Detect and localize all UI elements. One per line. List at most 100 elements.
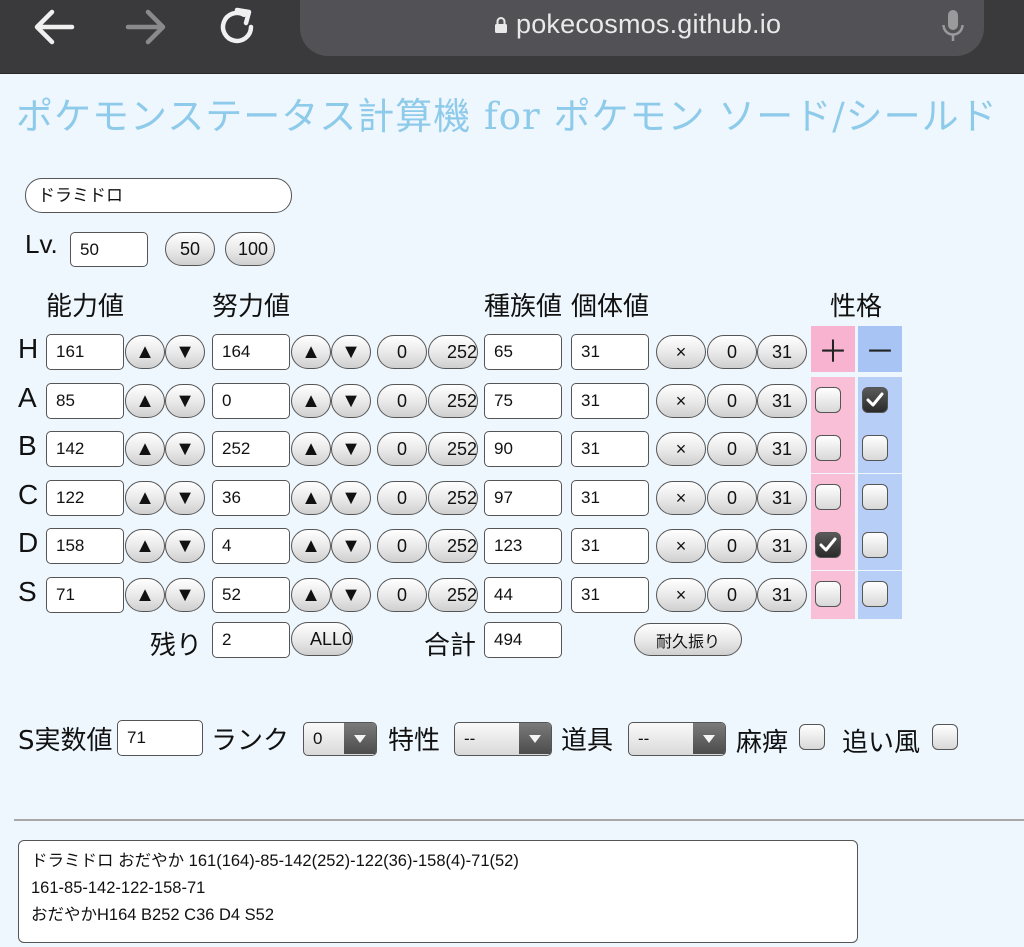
iv-max-button-b[interactable]: 31 [757,432,807,466]
stat-value-input-b[interactable]: 142 [46,431,124,467]
speed-stat-input[interactable]: 71 [117,720,203,756]
iv-max-button-d[interactable]: 31 [757,529,807,563]
ev-down-button-d[interactable]: ▼ [331,529,371,563]
iv-zero-button-d[interactable]: 0 [707,529,757,563]
stat-up-button-c[interactable]: ▲ [125,481,165,515]
iv-clear-button-c[interactable]: × [656,481,706,515]
iv-clear-button-a[interactable]: × [656,384,706,418]
ev-zero-button-s[interactable]: 0 [377,578,427,612]
nature-plus-checkbox-b[interactable] [815,435,841,461]
iv-input-h[interactable]: 31 [571,334,649,370]
forward-button[interactable] [116,4,176,50]
stat-up-button-a[interactable]: ▲ [125,384,165,418]
stat-down-button-b[interactable]: ▼ [165,432,205,466]
iv-input-d[interactable]: 31 [571,528,649,564]
ev-input-h[interactable]: 164 [212,334,290,370]
tailwind-checkbox[interactable] [932,724,958,750]
remaining-ev-input[interactable]: 2 [212,622,290,658]
result-output-textarea[interactable]: ドラミドロ おだやか 161(164)-85-142(252)-122(36)-… [18,840,858,943]
base-stat-input-c[interactable]: 97 [484,480,562,516]
base-stat-input-a[interactable]: 75 [484,383,562,419]
nature-minus-checkbox-d[interactable] [862,532,888,558]
base-stat-input-h[interactable]: 65 [484,334,562,370]
nature-minus-checkbox-c[interactable] [862,484,888,510]
ev-input-c[interactable]: 36 [212,480,290,516]
iv-clear-button-b[interactable]: × [656,432,706,466]
iv-max-button-c[interactable]: 31 [757,481,807,515]
iv-max-button-a[interactable]: 31 [757,384,807,418]
nature-minus-checkbox-s[interactable] [862,581,888,607]
nature-plus-checkbox-d[interactable] [815,532,841,558]
stat-down-button-c[interactable]: ▼ [165,481,205,515]
ev-down-button-h[interactable]: ▼ [331,335,371,369]
stat-value-input-d[interactable]: 158 [46,528,124,564]
iv-max-button-h[interactable]: 31 [757,335,807,369]
nature-plus-checkbox-s[interactable] [815,581,841,607]
total-base-input[interactable]: 494 [484,622,562,658]
item-select[interactable]: -- [628,722,726,756]
ev-max-button-h[interactable]: 252 [428,335,478,369]
ev-up-button-s[interactable]: ▲ [291,578,331,612]
base-stat-input-b[interactable]: 90 [484,431,562,467]
iv-zero-button-s[interactable]: 0 [707,578,757,612]
iv-clear-button-h[interactable]: × [656,335,706,369]
ev-down-button-c[interactable]: ▼ [331,481,371,515]
nature-minus-checkbox-b[interactable] [862,435,888,461]
pokemon-name-input[interactable]: ドラミドロ [25,178,292,213]
reload-button[interactable] [208,4,268,50]
ev-up-button-h[interactable]: ▲ [291,335,331,369]
bulk-ev-button[interactable]: 耐久振り [634,623,742,656]
iv-input-a[interactable]: 31 [571,383,649,419]
stat-down-button-s[interactable]: ▼ [165,578,205,612]
microphone-icon[interactable] [940,8,966,46]
rank-select[interactable]: 0 [303,722,377,756]
stat-value-input-s[interactable]: 71 [46,577,124,613]
iv-input-b[interactable]: 31 [571,431,649,467]
iv-max-button-s[interactable]: 31 [757,578,807,612]
nature-plus-checkbox-a[interactable] [815,387,841,413]
ev-down-button-s[interactable]: ▼ [331,578,371,612]
ability-select[interactable]: -- [454,722,552,756]
base-stat-input-d[interactable]: 123 [484,528,562,564]
stat-up-button-s[interactable]: ▲ [125,578,165,612]
stat-value-input-h[interactable]: 161 [46,334,124,370]
iv-clear-button-s[interactable]: × [656,578,706,612]
ev-input-b[interactable]: 252 [212,431,290,467]
nature-plus-checkbox-c[interactable] [815,484,841,510]
iv-input-c[interactable]: 31 [571,480,649,516]
stat-value-input-c[interactable]: 122 [46,480,124,516]
ev-max-button-s[interactable]: 252 [428,578,478,612]
iv-zero-button-a[interactable]: 0 [707,384,757,418]
iv-zero-button-h[interactable]: 0 [707,335,757,369]
address-bar[interactable]: pokecosmos.github.io [300,0,984,56]
ev-max-button-c[interactable]: 252 [428,481,478,515]
iv-zero-button-c[interactable]: 0 [707,481,757,515]
iv-clear-button-d[interactable]: × [656,529,706,563]
ev-up-button-d[interactable]: ▲ [291,529,331,563]
ev-max-button-a[interactable]: 252 [428,384,478,418]
ev-zero-button-h[interactable]: 0 [377,335,427,369]
base-stat-input-s[interactable]: 44 [484,577,562,613]
ev-input-a[interactable]: 0 [212,383,290,419]
ev-up-button-c[interactable]: ▲ [291,481,331,515]
level-50-button[interactable]: 50 [165,232,215,266]
ev-max-button-b[interactable]: 252 [428,432,478,466]
ev-up-button-b[interactable]: ▲ [291,432,331,466]
stat-up-button-d[interactable]: ▲ [125,529,165,563]
ev-input-d[interactable]: 4 [212,528,290,564]
back-button[interactable] [24,4,84,50]
iv-input-s[interactable]: 31 [571,577,649,613]
paralysis-checkbox[interactable] [799,724,825,750]
ev-zero-button-d[interactable]: 0 [377,529,427,563]
ev-zero-button-a[interactable]: 0 [377,384,427,418]
level-input[interactable]: 50 [70,232,148,267]
ev-up-button-a[interactable]: ▲ [291,384,331,418]
ev-input-s[interactable]: 52 [212,577,290,613]
ev-max-button-d[interactable]: 252 [428,529,478,563]
stat-up-button-b[interactable]: ▲ [125,432,165,466]
iv-zero-button-b[interactable]: 0 [707,432,757,466]
all0-button[interactable]: ALL0 [291,622,353,656]
nature-minus-checkbox-a[interactable] [862,387,888,413]
stat-down-button-d[interactable]: ▼ [165,529,205,563]
stat-down-button-h[interactable]: ▼ [165,335,205,369]
